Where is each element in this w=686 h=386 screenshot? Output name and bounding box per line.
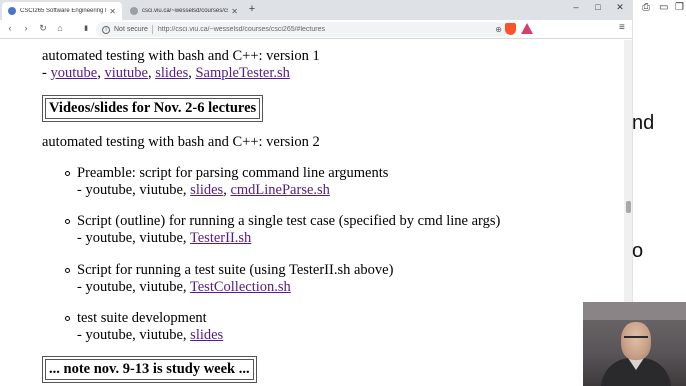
- separator: [151, 25, 153, 34]
- background-text-fragment: o: [632, 240, 644, 262]
- security-label: Not secure: [114, 26, 148, 33]
- bullet-icon: [65, 171, 70, 176]
- favicon-icon: [130, 7, 138, 15]
- v2-intro: automated testing with bash and C++: ver…: [42, 134, 320, 150]
- sampletester-link[interactable]: SampleTester.sh: [195, 65, 289, 81]
- webcam-background: [583, 302, 686, 320]
- reload-button[interactable]: ↻: [37, 23, 49, 34]
- tab-csci265[interactable]: CSCI265 Software Engineering Fall ✕: [2, 2, 122, 20]
- favicon-icon: [8, 7, 16, 15]
- tab-title: csci.viu.ca/~wesselsd/courses/csci: [142, 8, 229, 14]
- item-title: Script (outline) for running a single te…: [77, 213, 501, 229]
- viutube-link[interactable]: viutube: [104, 65, 148, 81]
- page-content: automated testing with bash and C++: ver…: [0, 40, 624, 386]
- section-heading-text: Videos/slides for Nov. 2-6 lectures: [45, 98, 261, 119]
- address-bar[interactable]: i Not secure http://csci.viu.ca/~wessels…: [96, 22, 508, 37]
- item-title: test suite development: [77, 310, 207, 326]
- bullet-icon: [65, 316, 70, 321]
- printer-icon[interactable]: ⎙: [642, 2, 650, 13]
- v1-intro: automated testing with bash and C++: ver…: [42, 48, 320, 64]
- presenter-glasses: [624, 336, 648, 341]
- item-links: - youtube, viutube, TesterII.sh: [77, 230, 251, 247]
- slides-link[interactable]: slides: [190, 327, 223, 343]
- item-title: Script for running a test suite (using T…: [77, 262, 394, 278]
- note-heading: ... note nov. 9-13 is study week ...: [42, 356, 257, 383]
- youtube-link[interactable]: youtube: [50, 65, 97, 81]
- cmdlineparse-link[interactable]: cmdLineParse.sh: [230, 182, 329, 198]
- minimize-button[interactable]: –: [568, 2, 584, 12]
- back-button[interactable]: ‹: [4, 23, 16, 33]
- browser-menu-button[interactable]: ≡: [619, 22, 625, 33]
- bullet-icon: [65, 219, 70, 224]
- section-heading: Videos/slides for Nov. 2-6 lectures: [42, 95, 264, 122]
- brave-shields-icon[interactable]: [505, 23, 516, 35]
- tab-bar: CSCI265 Software Engineering Fall ✕ csci…: [0, 0, 632, 20]
- close-window-button[interactable]: ✕: [612, 2, 628, 13]
- info-icon[interactable]: i: [102, 25, 110, 34]
- item-plain: - youtube, viutube,: [77, 279, 190, 295]
- maximize-button[interactable]: □: [590, 2, 606, 12]
- item-links: - youtube, viutube, slides: [77, 327, 223, 344]
- presenter-head: [621, 322, 651, 360]
- browser-toolbar: ‹ › ↻ ⌂ ▮ i Not secure http://csci.viu.c…: [0, 20, 632, 39]
- webcam-overlay: [583, 302, 686, 386]
- zoom-icon[interactable]: ⊕: [495, 25, 502, 34]
- close-tab-icon[interactable]: ✕: [231, 7, 238, 16]
- home-button[interactable]: ⌂: [54, 23, 66, 33]
- testerii-link[interactable]: TesterII.sh: [190, 230, 251, 246]
- item-plain: - youtube, viutube,: [77, 327, 191, 343]
- url-text[interactable]: http://csci.viu.ca/~wesselsd/courses/csc…: [158, 26, 495, 33]
- forward-button[interactable]: ›: [20, 23, 32, 33]
- item-links: - youtube, viutube, TestCollection.sh: [77, 279, 291, 296]
- copy-icon[interactable]: ❐: [675, 2, 684, 13]
- background-text-fragment: nd: [632, 112, 655, 134]
- item-plain: - youtube, viutube,: [77, 230, 190, 246]
- slides-link[interactable]: slides: [190, 182, 223, 198]
- new-tab-button[interactable]: +: [246, 3, 258, 15]
- item-title: Preamble: script for parsing command lin…: [77, 165, 389, 181]
- brave-rewards-icon[interactable]: [521, 23, 533, 34]
- bookmark-icon[interactable]: ▮: [80, 24, 92, 32]
- item-plain: - youtube, viutube,: [77, 182, 191, 198]
- close-tab-icon[interactable]: ✕: [109, 7, 116, 16]
- testcollection-link[interactable]: TestCollection.sh: [190, 279, 291, 295]
- bullet-icon: [65, 268, 70, 273]
- v1-links: - youtube, viutube, slides, SampleTester…: [42, 65, 290, 81]
- scrollbar-thumb[interactable]: [626, 201, 631, 213]
- folder-icon[interactable]: ▭: [659, 2, 668, 13]
- tab-title: CSCI265 Software Engineering Fall: [20, 8, 107, 14]
- note-heading-text: ... note nov. 9-13 is study week ...: [45, 359, 254, 380]
- slides-link[interactable]: slides: [155, 65, 188, 81]
- tab-csci-viu[interactable]: csci.viu.ca/~wesselsd/courses/csci ✕: [124, 2, 244, 20]
- item-links: - youtube, viutube, slides, cmdLineParse…: [77, 182, 330, 198]
